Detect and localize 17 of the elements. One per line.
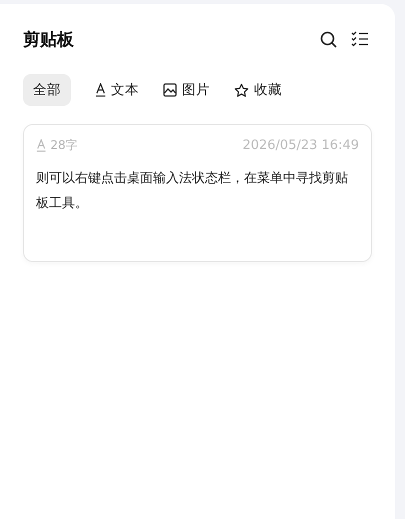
filter-tab[interactable]: 全部 — [23, 74, 71, 106]
filter-tab[interactable]: 收藏 — [224, 74, 292, 106]
search-button[interactable] — [318, 29, 338, 49]
clipboard-card[interactable]: 28字 2026/05/23 16:49 则可以右键点击桌面输入法状态栏，在菜单中寻找剪贴板工具。 — [23, 124, 372, 262]
filter-tab[interactable]: 图片 — [153, 74, 220, 106]
clip-text: 则可以右键点击桌面输入法状态栏，在菜单中寻找剪贴板工具。 — [36, 170, 349, 213]
filter-tab[interactable]: 文本 — [85, 74, 150, 106]
star-icon — [234, 82, 250, 98]
char-count: 28字 — [50, 137, 78, 154]
letter-a-icon — [95, 83, 106, 97]
search-icon — [320, 30, 336, 48]
letter-a-icon — [36, 139, 46, 152]
checklist-icon — [351, 31, 369, 47]
checklist-button[interactable] — [350, 29, 370, 49]
image-icon — [163, 83, 178, 97]
timestamp: 2026/05/23 16:49 — [242, 138, 359, 153]
window-title: 剪贴板 — [23, 28, 74, 50]
